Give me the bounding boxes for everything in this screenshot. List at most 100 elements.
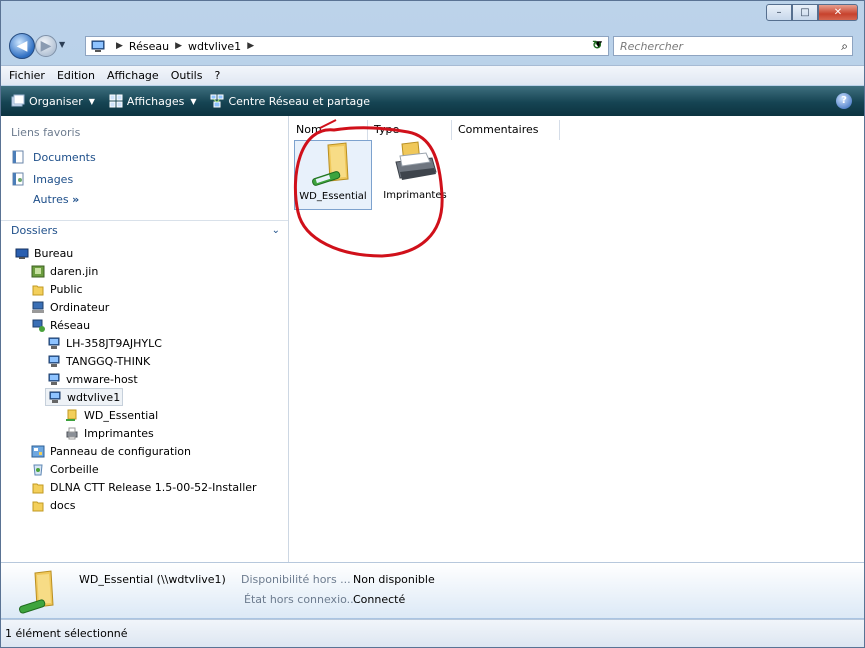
close-button[interactable]: ✕ (818, 4, 858, 21)
favorite-documents[interactable]: Documents (11, 150, 96, 164)
details-name: WD_Essential (\\wdtvlive1) (79, 573, 226, 586)
history-dropdown[interactable]: ▼ (59, 40, 65, 49)
address-row: ◀ ▶ ▼ ▶ Réseau ▶ wdtvlive1 ▶ ▼ ↻ Recherc… (1, 31, 864, 61)
refresh-button[interactable]: ↻ (587, 38, 607, 54)
tree-item-wd-essential[interactable]: WD_Essential (65, 406, 158, 424)
details-offline-availability-value: Non disponible (353, 573, 435, 586)
details-pane: WD_Essential (\\wdtvlive1) Disponibilité… (1, 562, 864, 618)
file-item-wd-essential[interactable]: WD_Essential (294, 140, 372, 210)
tree-label: Panneau de configuration (50, 444, 192, 458)
tree-item-dlna[interactable]: DLNA CTT Release 1.5-00-52-Installer (31, 478, 257, 496)
back-button[interactable]: ◀ (9, 33, 35, 59)
shared-folder-icon (18, 570, 54, 614)
network-computer-icon (48, 337, 60, 349)
window-controls: – □ ✕ (766, 4, 858, 21)
tree-label: Corbeille (50, 462, 99, 476)
tree-item-tanggq[interactable]: TANGGQ-THINK (47, 352, 150, 370)
tree-label: docs (50, 498, 76, 512)
navigation-pane: Liens favoris Documents Images Autres » (1, 116, 289, 562)
file-list: Nom Type Commentaires WD_Essential Impri… (290, 116, 864, 562)
centre-reseau-label: Centre Réseau et partage (228, 94, 371, 108)
refresh-icon: ↻ (591, 38, 603, 52)
menu-bar: Fichier Edition Affichage Outils ? (1, 65, 864, 85)
tree-item-ordinateur[interactable]: Ordinateur (31, 298, 109, 316)
chevron-down-icon: ⌄ (271, 225, 280, 236)
chevron-down-icon: ▼ (190, 96, 197, 106)
shared-folder-icon (312, 142, 349, 186)
command-bar: Organiser ▼ Affichages ▼ Centre Réseau e… (1, 86, 864, 116)
folders-title: Dossiers (11, 224, 58, 237)
details-offline-status-value: Connecté (353, 593, 406, 606)
images-icon (12, 172, 24, 186)
favorites-title: Liens favoris (11, 126, 81, 139)
help-icon: ? (841, 95, 847, 106)
menu-edition[interactable]: Edition (57, 69, 95, 82)
address-bar[interactable]: ▶ Réseau ▶ wdtvlive1 ▶ ▼ (85, 36, 609, 56)
breadcrumb-wdtvlive1[interactable]: wdtvlive1 (188, 40, 241, 53)
menu-outils[interactable]: Outils (171, 69, 203, 82)
tree-item-daren[interactable]: daren.jin (31, 262, 98, 280)
control-panel-icon (31, 445, 45, 457)
affichages-button[interactable]: Affichages ▼ (109, 94, 197, 108)
tree-label: TANGGQ-THINK (66, 354, 151, 368)
tree-item-corbeille[interactable]: Corbeille (31, 460, 99, 478)
organiser-label: Organiser (29, 94, 83, 108)
tree-label: WD_Essential (84, 408, 159, 422)
favorite-label: Images (33, 172, 74, 186)
tree-item-panneau[interactable]: Panneau de configuration (31, 442, 191, 460)
tree-label: wdtvlive1 (67, 390, 121, 404)
breadcrumb-reseau[interactable]: Réseau (129, 40, 169, 53)
documents-icon (12, 150, 24, 164)
column-header-nom[interactable]: Nom (290, 120, 368, 140)
tree-label: Réseau (50, 318, 91, 332)
tree-item-imprimantes[interactable]: Imprimantes (65, 424, 154, 442)
chevron-down-icon: ▼ (88, 96, 95, 106)
tree-item-bureau[interactable]: Bureau (15, 244, 73, 262)
search-icon[interactable]: ⌕ (841, 39, 848, 54)
menu-fichier[interactable]: Fichier (9, 69, 45, 82)
tree-label: Public (50, 282, 83, 296)
column-header-type[interactable]: Type (368, 120, 452, 140)
breadcrumb-separator: ▶ (116, 41, 123, 51)
centre-reseau-button[interactable]: Centre Réseau et partage (210, 94, 370, 108)
folder-icon (32, 483, 44, 493)
autres-label: Autres (33, 193, 69, 206)
tree-label: DLNA CTT Release 1.5-00-52-Installer (50, 480, 257, 494)
folder-icon (32, 285, 44, 295)
favorite-label: Documents (33, 150, 96, 164)
tree-item-docs[interactable]: docs (31, 496, 76, 514)
help-button[interactable]: ? (836, 93, 852, 109)
tree-item-reseau[interactable]: Réseau (31, 316, 90, 334)
menu-help[interactable]: ? (214, 69, 220, 82)
breadcrumb-separator[interactable]: ▶ (247, 41, 254, 51)
network-icon (32, 319, 45, 332)
maximize-button[interactable]: □ (792, 4, 818, 21)
tree-item-wdtvlive1[interactable]: wdtvlive1 (45, 388, 124, 406)
minimize-button[interactable]: – (766, 4, 792, 21)
file-label: Imprimantes (383, 190, 447, 201)
network-computer-icon (48, 373, 60, 385)
printer-icon (66, 427, 78, 439)
tree-item-lh[interactable]: LH-358JT9AJHYLC (47, 334, 162, 352)
breadcrumb-separator: ▶ (175, 41, 182, 51)
network-computer-icon (91, 40, 105, 52)
search-input[interactable]: Rechercher ⌕ (613, 36, 853, 56)
tree-label: LH-358JT9AJHYLC (66, 336, 162, 350)
folders-header[interactable]: Dossiers ⌄ (1, 220, 288, 240)
folder-icon (32, 501, 44, 511)
tree-item-public[interactable]: Public (31, 280, 83, 298)
organiser-button[interactable]: Organiser ▼ (11, 94, 95, 108)
tree-label: vmware-host (66, 372, 138, 386)
tree-label: daren.jin (50, 264, 99, 278)
recycle-bin-icon (33, 464, 43, 475)
favorite-images[interactable]: Images (11, 172, 73, 186)
tree-item-vmware[interactable]: vmware-host (47, 370, 138, 388)
forward-button[interactable]: ▶ (35, 35, 57, 57)
menu-affichage[interactable]: Affichage (107, 69, 159, 82)
explorer-window: – □ ✕ ◀ ▶ ▼ ▶ Réseau ▶ wdtvlive1 ▶ ▼ ↻ R… (0, 0, 865, 648)
computer-icon (32, 301, 44, 313)
tree-label: Ordinateur (50, 300, 110, 314)
file-item-imprimantes[interactable]: Imprimantes (376, 140, 454, 210)
autres-link[interactable]: Autres » (33, 193, 79, 206)
column-header-commentaires[interactable]: Commentaires (452, 120, 560, 140)
